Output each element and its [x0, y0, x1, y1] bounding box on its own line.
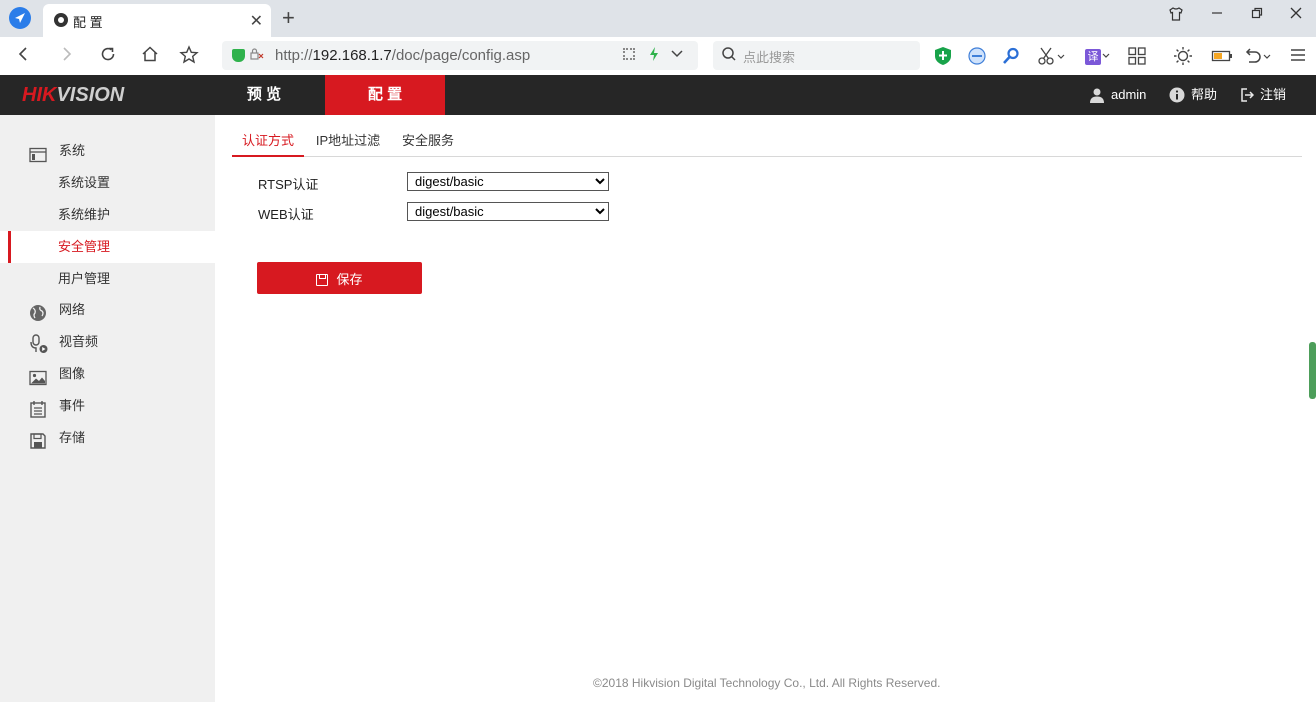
url-text[interactable]: http://192.168.1.7/doc/page/config.asp: [275, 47, 530, 64]
sidebar-item-network[interactable]: 网络: [0, 294, 215, 326]
logout-icon: [1240, 87, 1255, 107]
sidebar-label: 图像: [59, 366, 86, 381]
sidebar-item-user-management[interactable]: 用户管理: [0, 263, 215, 295]
sidebar-item-audio-video[interactable]: 视音频: [0, 326, 215, 358]
sidebar-item-event[interactable]: 事件: [0, 390, 215, 422]
username-label: admin: [1111, 87, 1147, 102]
insecure-lock-icon[interactable]: [250, 47, 264, 64]
close-window-icon[interactable]: [1286, 6, 1306, 25]
qr-code-icon[interactable]: [623, 48, 635, 60]
security-shield-icon[interactable]: [232, 49, 245, 62]
search-placeholder: 点此搜索: [743, 50, 796, 65]
new-tab-button[interactable]: +: [282, 5, 295, 31]
globe-icon: [29, 302, 46, 321]
browser-tab-bar: 配 置 ✕ +: [0, 0, 1316, 37]
rtsp-auth-select[interactable]: digest/basic: [407, 172, 609, 191]
logout-link[interactable]: 注销: [1240, 87, 1286, 103]
sidebar-item-system-maintenance[interactable]: 系统维护: [0, 199, 215, 231]
sidebar-label: 网络: [59, 302, 86, 317]
chevron-down-icon[interactable]: [670, 46, 684, 63]
logout-label: 注销: [1260, 87, 1287, 102]
sidebar-item-system-settings[interactable]: 系统设置: [0, 167, 215, 199]
browser-search-box[interactable]: 点此搜索: [713, 41, 920, 70]
web-auth-select[interactable]: digest/basic: [407, 202, 609, 221]
browser-tab[interactable]: 配 置 ✕: [43, 4, 271, 37]
scissors-icon[interactable]: [1037, 46, 1065, 66]
sidebar-label: 系统维护: [58, 207, 111, 222]
sidebar-item-system[interactable]: 系统: [0, 135, 215, 167]
sidebar-item-security[interactable]: 安全管理: [0, 231, 215, 263]
minimize-icon[interactable]: [1207, 6, 1227, 25]
app-header: HIKVISION 预 览 配 置 admin 帮助 注销: [0, 75, 1316, 115]
home-icon[interactable]: [139, 45, 161, 67]
sidebar-label: 事件: [59, 398, 86, 413]
calendar-icon: [29, 398, 46, 418]
sidebar-label: 用户管理: [58, 271, 111, 286]
battery-icon[interactable]: [1211, 46, 1232, 66]
nav-preview[interactable]: 预 览: [204, 75, 324, 115]
tab-close-icon[interactable]: ✕: [250, 11, 263, 31]
forward-icon[interactable]: [55, 45, 77, 67]
address-bar[interactable]: http://192.168.1.7/doc/page/config.asp: [222, 41, 698, 70]
tab-authentication[interactable]: 认证方式: [232, 126, 304, 157]
info-icon: [1169, 87, 1185, 107]
web-auth-label: WEB认证: [258, 207, 314, 222]
menu-icon[interactable]: [1288, 46, 1308, 66]
tab-title: 配 置: [73, 15, 103, 30]
search-icon: [721, 46, 737, 66]
magnifier-tool-icon[interactable]: [1001, 46, 1021, 66]
brightness-icon[interactable]: [1173, 46, 1193, 66]
scrollbar-thumb[interactable]: [1309, 342, 1316, 399]
apps-grid-icon[interactable]: [1127, 46, 1147, 66]
lightning-icon[interactable]: [648, 46, 660, 65]
tab-favicon-icon: [54, 13, 68, 27]
hikvision-logo: HIKVISION: [22, 84, 125, 106]
save-button[interactable]: 保存: [257, 262, 422, 294]
help-label: 帮助: [1191, 87, 1218, 102]
save-icon: [316, 273, 329, 286]
undo-icon[interactable]: [1242, 46, 1272, 66]
sidebar-item-storage[interactable]: 存储: [0, 422, 215, 454]
sidebar-label: 视音频: [59, 334, 99, 349]
restore-icon[interactable]: [1247, 6, 1267, 25]
image-icon: [29, 366, 47, 386]
nav-config[interactable]: 配 置: [325, 75, 445, 115]
shirt-skin-icon[interactable]: [1166, 6, 1186, 27]
translate-icon[interactable]: 译: [1083, 46, 1113, 66]
sidebar: 系统 系统设置 系统维护 安全管理 用户管理 网络 视音频 图像 事件 存储: [0, 115, 215, 702]
floppy-icon: [29, 430, 46, 449]
window-icon: [29, 143, 47, 163]
tab-security-service[interactable]: 安全服务: [400, 126, 456, 156]
bookmark-star-icon[interactable]: [178, 45, 200, 67]
sidebar-item-image[interactable]: 图像: [0, 358, 215, 390]
save-label: 保存: [336, 271, 363, 287]
sidebar-label: 安全管理: [58, 239, 111, 254]
help-link[interactable]: 帮助: [1169, 87, 1217, 103]
sidebar-label: 系统设置: [58, 175, 111, 190]
browser-toolbar: http://192.168.1.7/doc/page/config.asp 点…: [0, 37, 1316, 76]
reload-icon[interactable]: [97, 45, 119, 67]
browser-logo-icon[interactable]: [9, 7, 31, 29]
security-guard-icon[interactable]: [933, 46, 953, 66]
rtsp-auth-label: RTSP认证: [258, 177, 319, 192]
user-menu[interactable]: admin: [1089, 87, 1146, 103]
sub-tabs: 认证方式 IP地址过滤 安全服务: [232, 126, 1302, 157]
sidebar-label: 系统: [59, 143, 86, 158]
microphone-icon: [29, 334, 48, 353]
adblock-icon[interactable]: [967, 46, 987, 66]
tab-ip-filter[interactable]: IP地址过滤: [314, 126, 382, 156]
user-icon: [1089, 87, 1105, 107]
back-icon[interactable]: [13, 45, 35, 67]
sidebar-label: 存储: [59, 430, 86, 445]
copyright-footer: ©2018 Hikvision Digital Technology Co., …: [593, 676, 941, 690]
